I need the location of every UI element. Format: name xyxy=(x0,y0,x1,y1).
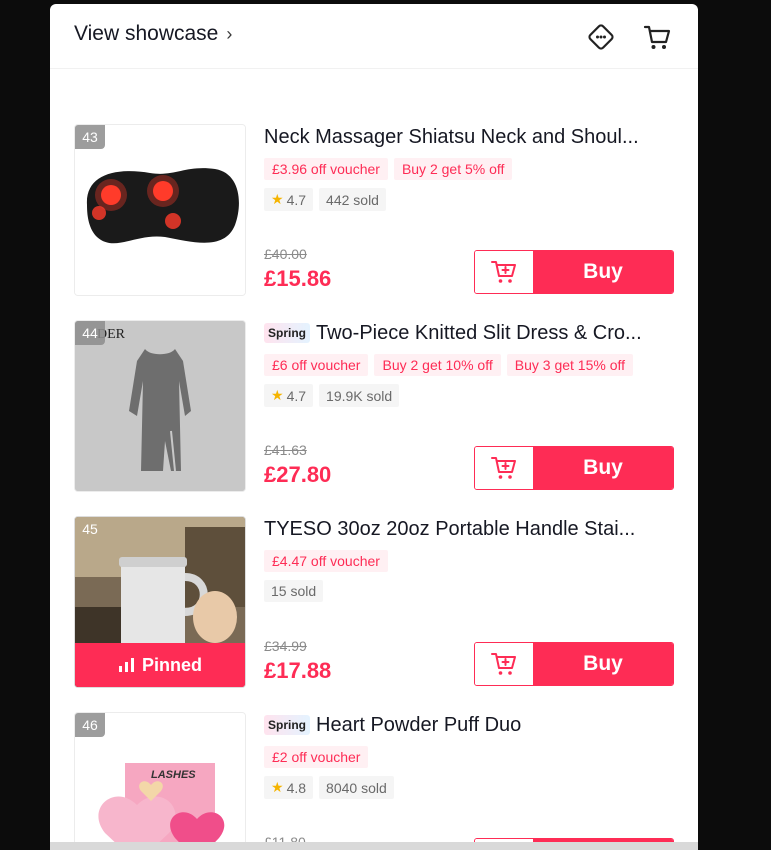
chevron-right-icon: › xyxy=(226,23,233,44)
product-name[interactable]: Neck Massager Shiatsu Neck and Shoul... xyxy=(264,124,674,150)
add-to-cart-icon xyxy=(491,457,516,479)
neck-massager-image xyxy=(75,125,245,295)
cart-icon[interactable] xyxy=(640,20,674,54)
buy-button-group: Buy xyxy=(474,250,674,294)
add-to-cart-button[interactable] xyxy=(475,251,533,293)
bundle-tag: Buy 2 get 5% off xyxy=(393,158,513,180)
product-name-text: TYESO 30oz 20oz Portable Handle Stai... xyxy=(264,518,636,540)
product-image[interactable]: DER 44 xyxy=(74,320,246,492)
product-card[interactable]: 45 Pinned TYESO 30oz 20oz Portable Handl… xyxy=(74,516,674,692)
sale-price: £17.88 xyxy=(264,658,332,683)
sold-count: 8040 sold xyxy=(319,776,394,799)
pinned-label: Pinned xyxy=(141,654,202,675)
original-price: £34.99 xyxy=(264,638,307,654)
rating-badge: ★ 4.7 xyxy=(264,188,314,211)
scroll-edge xyxy=(50,842,698,850)
voucher-tag: £6 off voucher xyxy=(264,354,369,376)
product-name-text: Neck Massager Shiatsu Neck and Shoul... xyxy=(264,126,639,148)
star-icon: ★ xyxy=(271,387,284,403)
buy-button[interactable]: Buy xyxy=(533,447,673,489)
product-name[interactable]: TYESO 30oz 20oz Portable Handle Stai... xyxy=(264,516,674,542)
showcase-header: View showcase › xyxy=(50,4,698,69)
view-showcase-link[interactable]: View showcase › xyxy=(74,22,232,46)
product-image[interactable]: 43 xyxy=(74,124,246,296)
sale-price: £27.80 xyxy=(264,462,332,487)
add-to-cart-button[interactable] xyxy=(475,447,533,489)
rank-badge: 46 xyxy=(75,713,105,737)
rating-value: 4.7 xyxy=(286,387,307,404)
product-name[interactable]: Spring Heart Powder Puff Duo xyxy=(264,712,674,738)
product-stats: ★ 4.8 8040 sold xyxy=(264,776,394,799)
buy-button[interactable]: Buy xyxy=(533,251,673,293)
original-price: £41.63 xyxy=(264,442,307,458)
rank-badge: 44 xyxy=(75,321,105,345)
showcase-panel: View showcase › 43 Neck Massager Shiatsu… xyxy=(50,4,698,850)
product-card[interactable]: 43 Neck Massager Shiatsu Neck and Shoul.… xyxy=(74,124,674,300)
voucher-tag: £4.47 off voucher xyxy=(264,550,388,572)
buy-button[interactable]: Buy xyxy=(533,643,673,685)
spring-badge: Spring xyxy=(264,323,310,343)
promo-tags: £3.96 off voucher Buy 2 get 5% off xyxy=(264,158,513,180)
rank-badge: 45 xyxy=(82,521,98,537)
sold-count: 19.9K sold xyxy=(319,384,400,407)
sold-count: 442 sold xyxy=(319,188,386,211)
product-card[interactable]: DER 44 Spring Two-Piece Knitted Slit Dre… xyxy=(74,320,674,496)
product-image[interactable]: 45 Pinned xyxy=(74,516,246,688)
spring-badge: Spring xyxy=(264,715,310,735)
star-icon: ★ xyxy=(271,779,284,795)
page-title: View showcase xyxy=(74,22,219,45)
product-card[interactable]: LASHES 46 Spring Heart Powder Puff Duo £… xyxy=(74,712,674,850)
promo-tags: £6 off voucher Buy 2 get 10% off Buy 3 g… xyxy=(264,354,634,376)
product-name[interactable]: Spring Two-Piece Knitted Slit Dress & Cr… xyxy=(264,320,674,346)
rating-badge: ★ 4.8 xyxy=(264,776,314,799)
original-price: £40.00 xyxy=(264,246,307,262)
knitted-dress-image xyxy=(75,321,245,491)
promo-tags: £2 off voucher xyxy=(264,746,369,768)
voucher-tag: £3.96 off voucher xyxy=(264,158,388,180)
star-icon: ★ xyxy=(271,191,284,207)
rating-value: 4.8 xyxy=(286,779,307,796)
product-name-text: Heart Powder Puff Duo xyxy=(316,714,522,736)
buy-button-group: Buy xyxy=(474,446,674,490)
product-stats: ★ 4.7 442 sold xyxy=(264,188,386,211)
product-stats: 15 sold xyxy=(264,580,324,602)
coupon-icon[interactable] xyxy=(584,20,618,54)
rank-badge: 43 xyxy=(75,125,105,149)
buy-button-group: Buy xyxy=(474,642,674,686)
product-image[interactable]: LASHES 46 xyxy=(74,712,246,850)
voucher-tag: £2 off voucher xyxy=(264,746,369,768)
add-to-cart-icon xyxy=(491,261,516,283)
bundle-tag: Buy 2 get 10% off xyxy=(374,354,501,376)
promo-tags: £4.47 off voucher xyxy=(264,550,388,572)
sold-count: 15 sold xyxy=(264,580,324,602)
product-name-text: Two-Piece Knitted Slit Dress & Cro... xyxy=(316,322,642,344)
sale-price: £15.86 xyxy=(264,266,332,291)
add-to-cart-icon xyxy=(491,653,516,675)
bundle-tag: Buy 3 get 15% off xyxy=(506,354,634,376)
live-bars-icon xyxy=(118,658,134,672)
add-to-cart-button[interactable] xyxy=(475,643,533,685)
rating-badge: ★ 4.7 xyxy=(264,384,314,407)
image-brand-text: LASHES xyxy=(151,769,196,781)
rating-value: 4.7 xyxy=(286,191,307,208)
product-stats: ★ 4.7 19.9K sold xyxy=(264,384,400,407)
pinned-badge: Pinned xyxy=(75,643,245,687)
